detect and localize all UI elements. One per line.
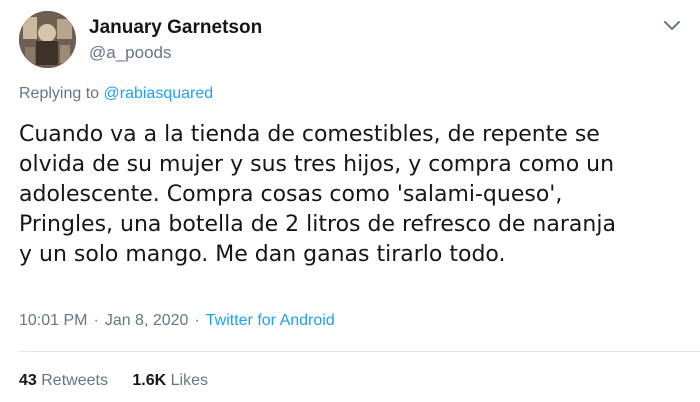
tweet-meta: 10:01 PM · Jan 8, 2020 · Twitter for Android — [19, 312, 335, 330]
tweet-text: Cuando va a la tienda de comestibles, de… — [19, 122, 616, 267]
likes-label: Likes — [170, 372, 209, 389]
reply-mention-link[interactable]: @rabiasquared — [104, 85, 214, 102]
meta-separator-2: · — [194, 312, 200, 329]
replying-to: Replying to @rabiasquared — [19, 85, 213, 103]
meta-separator: · — [93, 312, 99, 329]
tweet: January Garnetson @a_poods Replying to @… — [0, 0, 700, 402]
author-display-name[interactable]: January Garnetson — [89, 17, 262, 39]
retweets-label: Retweets — [41, 372, 108, 389]
avatar-image — [19, 11, 76, 68]
tweet-stats: 43 Retweets 1.6K Likes — [19, 372, 208, 390]
tweet-date[interactable]: Jan 8, 2020 — [105, 312, 189, 329]
tweet-time[interactable]: 10:01 PM — [19, 312, 87, 329]
tweet-source-link[interactable]: Twitter for Android — [206, 312, 335, 329]
likes-stat[interactable]: 1.6K Likes — [132, 372, 208, 389]
avatar[interactable] — [19, 11, 76, 68]
retweets-stat[interactable]: 43 Retweets — [19, 372, 108, 389]
more-options-button[interactable] — [660, 18, 684, 34]
replying-to-label: Replying to — [19, 85, 100, 102]
divider — [19, 351, 700, 352]
retweets-count: 43 — [19, 372, 37, 389]
chevron-down-icon — [664, 21, 680, 30]
likes-count: 1.6K — [132, 372, 167, 389]
author-handle[interactable]: @a_poods — [89, 43, 172, 63]
